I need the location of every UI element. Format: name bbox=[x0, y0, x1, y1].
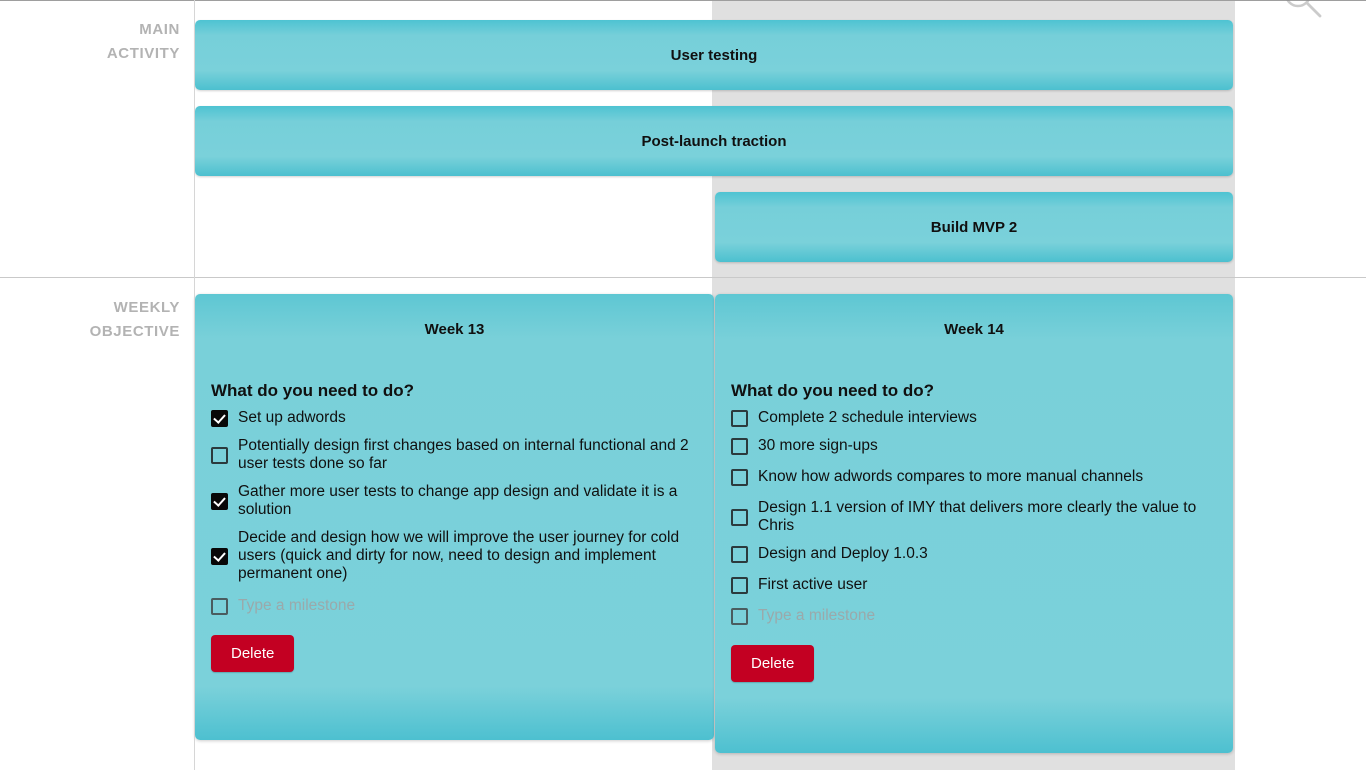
milestone-item[interactable]: Decide and design how we will improve th… bbox=[211, 529, 698, 583]
checkbox-unchecked-icon[interactable] bbox=[211, 597, 228, 615]
milestone-item[interactable]: Potentially design first changes based o… bbox=[211, 437, 698, 473]
milestone-label: Design and Deploy 1.0.3 bbox=[758, 545, 928, 562]
week-card-prompt: What do you need to do? bbox=[731, 381, 935, 400]
gutter-divider bbox=[194, 0, 195, 770]
search-icon[interactable] bbox=[1278, 0, 1326, 22]
milestone-label: Complete 2 schedule interviews bbox=[758, 409, 977, 426]
checkbox-unchecked-icon[interactable] bbox=[211, 446, 228, 464]
week-card-week-14[interactable]: Week 14 What do you need to do? Complete… bbox=[715, 294, 1233, 753]
milestone-new-item[interactable]: Type a milestone bbox=[731, 607, 1217, 625]
activity-bar-post-launch-traction[interactable]: Post-launch traction bbox=[195, 106, 1233, 176]
row-divider bbox=[0, 277, 1366, 278]
milestone-item[interactable]: Design and Deploy 1.0.3 bbox=[731, 545, 1217, 563]
roadmap-board: MAIN ACTIVITY User testing Post-launch t… bbox=[0, 0, 1366, 770]
milestone-label: Potentially design first changes based o… bbox=[238, 437, 689, 472]
milestone-label: Design 1.1 version of IMY that delivers … bbox=[758, 499, 1197, 534]
delete-button[interactable]: Delete bbox=[731, 645, 815, 682]
week-card-title: Week 13 bbox=[424, 321, 485, 338]
milestone-label: Set up adwords bbox=[238, 409, 346, 426]
checkbox-unchecked-icon[interactable] bbox=[731, 437, 748, 455]
milestone-placeholder-label[interactable]: Type a milestone bbox=[758, 607, 875, 625]
milestone-label: 30 more sign-ups bbox=[758, 437, 878, 454]
checkbox-checked-icon[interactable] bbox=[211, 409, 228, 427]
milestone-list: Set up adwords Potentially design first … bbox=[211, 409, 698, 615]
milestone-label: Decide and design how we will improve th… bbox=[238, 529, 680, 582]
milestone-label: First active user bbox=[758, 576, 868, 593]
milestone-placeholder-label[interactable]: Type a milestone bbox=[238, 597, 355, 615]
milestone-item[interactable]: Set up adwords bbox=[211, 409, 698, 427]
row-label-main-activity-line1: MAIN bbox=[139, 21, 180, 38]
row-label-weekly-objective-line1: WEEKLY bbox=[113, 299, 180, 316]
activity-bar-label: User testing bbox=[670, 46, 758, 64]
row-label-main-activity: MAIN ACTIVITY bbox=[0, 18, 180, 66]
checkbox-checked-icon[interactable] bbox=[211, 547, 228, 565]
activity-bar-build-mvp-2[interactable]: Build MVP 2 bbox=[715, 192, 1233, 262]
activity-bar-label: Post-launch traction bbox=[641, 132, 787, 150]
week-card-title: Week 14 bbox=[944, 321, 1004, 338]
row-label-weekly-objective: WEEKLY OBJECTIVE bbox=[0, 296, 180, 344]
activity-bar-label: Build MVP 2 bbox=[930, 218, 1018, 236]
milestone-label: Know how adwords compares to more manual… bbox=[758, 468, 1144, 485]
row-label-main-activity-line2: ACTIVITY bbox=[106, 45, 180, 62]
milestone-label: Gather more user tests to change app des… bbox=[238, 483, 678, 518]
milestone-item[interactable]: Complete 2 schedule interviews bbox=[731, 409, 1217, 427]
checkbox-unchecked-icon[interactable] bbox=[731, 545, 748, 563]
milestone-list: Complete 2 schedule interviews 30 more s… bbox=[731, 409, 1217, 625]
checkbox-checked-icon[interactable] bbox=[211, 492, 228, 510]
checkbox-unchecked-icon[interactable] bbox=[731, 409, 748, 427]
checkbox-unchecked-icon[interactable] bbox=[731, 468, 748, 486]
milestone-item[interactable]: First active user bbox=[731, 576, 1217, 594]
milestone-item[interactable]: Design 1.1 version of IMY that delivers … bbox=[731, 499, 1217, 535]
milestone-new-item[interactable]: Type a milestone bbox=[211, 597, 698, 615]
row-label-weekly-objective-line2: OBJECTIVE bbox=[89, 323, 180, 340]
checkbox-unchecked-icon[interactable] bbox=[731, 607, 748, 625]
milestone-item[interactable]: Gather more user tests to change app des… bbox=[211, 483, 698, 519]
delete-button[interactable]: Delete bbox=[211, 635, 295, 672]
milestone-item[interactable]: 30 more sign-ups bbox=[731, 437, 1217, 455]
checkbox-unchecked-icon[interactable] bbox=[731, 576, 748, 594]
checkbox-unchecked-icon[interactable] bbox=[731, 508, 748, 526]
week-card-prompt: What do you need to do? bbox=[211, 381, 415, 400]
milestone-item[interactable]: Know how adwords compares to more manual… bbox=[731, 468, 1217, 486]
activity-bar-user-testing[interactable]: User testing bbox=[195, 20, 1233, 90]
week-card-week-13[interactable]: Week 13 What do you need to do? Set up a… bbox=[195, 294, 714, 740]
